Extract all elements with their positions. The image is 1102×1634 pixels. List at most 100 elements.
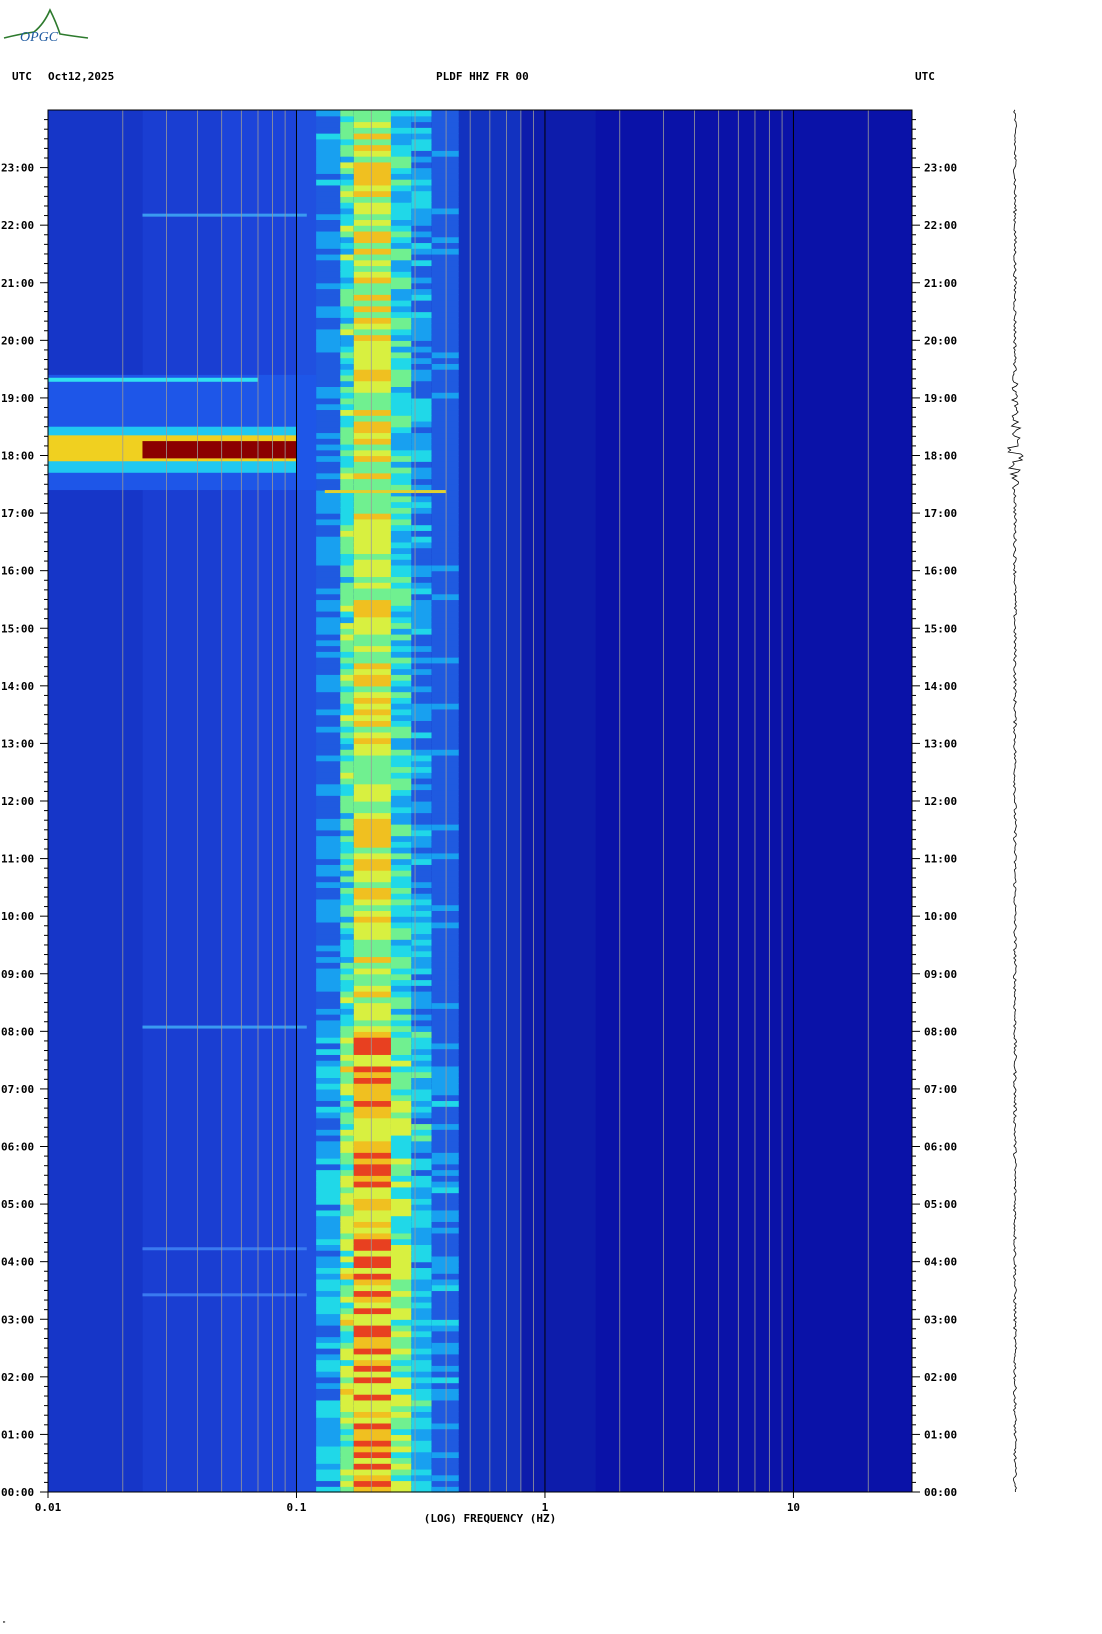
spectrogram-cell	[353, 939, 391, 946]
spectrogram-cell	[390, 806, 412, 814]
spectrogram-cell	[411, 737, 432, 745]
spectrogram-cell	[353, 167, 391, 174]
spectrogram-cell	[411, 167, 432, 174]
spectrogram-cell	[316, 1106, 341, 1113]
spectrogram-cell	[353, 1261, 391, 1269]
spectrogram-cell	[353, 962, 391, 969]
spectrogram-cell	[390, 1123, 412, 1130]
spectrogram-cell	[411, 1117, 432, 1125]
spectrogram-cell	[431, 657, 459, 664]
spectrogram-cell	[390, 202, 412, 209]
spectrogram-cell	[353, 1399, 391, 1407]
spectrogram-cell	[431, 1371, 459, 1378]
spectrogram-cell	[431, 1163, 459, 1171]
spectrogram-cell	[316, 777, 341, 785]
spectrogram-cell	[390, 1325, 412, 1332]
spectrogram-cell	[390, 1244, 412, 1251]
spectrogram-cell	[411, 144, 432, 151]
spectrogram-cell	[390, 587, 412, 595]
spectrogram-cell	[316, 1468, 341, 1476]
spectrogram-cell	[316, 1313, 341, 1320]
spectrogram-cell	[340, 467, 354, 474]
spectrogram-cell	[353, 916, 391, 923]
spectrogram-cell	[431, 835, 459, 842]
spectrogram-cell	[411, 870, 432, 877]
spectrogram-cell	[390, 478, 412, 485]
spectrogram-cell	[431, 766, 459, 773]
spectrogram-cell	[340, 726, 354, 733]
spectrogram-cell	[340, 259, 354, 267]
spectrogram-cell	[353, 662, 391, 670]
spectrogram-cell	[390, 1474, 412, 1482]
spectrogram-cell	[431, 1296, 459, 1303]
spectrogram-cell	[411, 893, 432, 900]
spectrogram-cell	[411, 1445, 432, 1453]
spectrogram-cell	[411, 300, 432, 307]
spectrogram-cell	[353, 403, 391, 411]
spectrogram-cell	[411, 685, 432, 693]
spectrogram-cell	[390, 657, 412, 664]
spectrogram-cell	[431, 875, 459, 883]
spectrogram-cell	[431, 1244, 459, 1251]
spectrogram-cell	[316, 184, 341, 192]
spectrogram-cell	[390, 651, 412, 658]
spectrogram-cell	[411, 1204, 432, 1211]
spectrogram-cell	[340, 1336, 354, 1343]
spectrogram-cell	[390, 910, 412, 917]
spectrogram-cell	[390, 967, 412, 975]
spectrogram-cell	[353, 1117, 391, 1125]
spectrogram-cell	[431, 334, 459, 341]
spectrogram-cell	[390, 1163, 412, 1171]
spectrogram-cell	[431, 967, 459, 975]
spectrogram-cell	[390, 1014, 412, 1021]
spectrogram-cell	[353, 973, 391, 981]
spectrogram-cell	[316, 219, 341, 226]
spectrogram-cell	[353, 138, 391, 146]
spectrogram-cell	[411, 236, 432, 244]
spectrogram-cell	[431, 634, 459, 641]
spectrogram-cell	[390, 1117, 412, 1125]
spectrogram-cell	[431, 1152, 459, 1159]
spectrogram-cell	[340, 1365, 354, 1372]
spectrogram-cell	[390, 1463, 412, 1470]
spectrogram-cell	[316, 887, 341, 894]
spectrogram-cell	[353, 363, 391, 370]
y-tick-label-right: 19:00	[924, 392, 957, 405]
spectrogram-cell	[390, 392, 412, 399]
spectrogram-cell	[390, 1181, 412, 1188]
spectrogram-cell	[390, 1077, 412, 1084]
spectrogram-cell	[340, 1359, 354, 1366]
spectrogram-cell	[316, 449, 341, 457]
spectrogram-cell	[411, 634, 432, 641]
spectrogram-cell	[431, 576, 459, 583]
spectrogram-cell	[431, 524, 459, 531]
y-tick-label-left: 09:00	[1, 968, 34, 981]
spectrogram-cell	[411, 1330, 432, 1338]
spectrogram-cell	[340, 1146, 354, 1153]
spectrogram-cell	[353, 639, 391, 647]
spectrogram-cell	[431, 403, 459, 411]
y-tick-label-left: 15:00	[1, 622, 34, 635]
spectrogram-cell	[431, 985, 459, 992]
spectrogram-cell	[411, 346, 432, 353]
spectrogram-cell	[353, 1198, 391, 1205]
spectrogram-cell	[316, 1094, 341, 1102]
spectrogram-cell	[316, 898, 341, 906]
spectrogram-cell	[390, 196, 412, 203]
spectrogram-cell	[353, 1388, 391, 1395]
spectrogram-cell	[411, 570, 432, 578]
spectrogram-cell	[390, 1422, 412, 1430]
spectrogram-cell	[411, 1083, 432, 1090]
spectrogram-cell	[431, 1221, 459, 1228]
spectrogram-cell	[316, 207, 341, 215]
spectrogram-cell	[390, 1031, 412, 1038]
spectrogram-cell	[431, 1088, 459, 1096]
spectrogram-cell	[340, 1019, 354, 1027]
spectrogram-cell	[431, 801, 459, 808]
spectrogram-cell	[316, 380, 341, 387]
spectrogram-cell	[353, 225, 391, 232]
spectrogram-cell	[353, 1359, 391, 1366]
spectrogram-cell	[316, 1411, 341, 1418]
spectrogram-cell	[390, 628, 412, 635]
spectrogram-cell	[316, 1376, 341, 1384]
